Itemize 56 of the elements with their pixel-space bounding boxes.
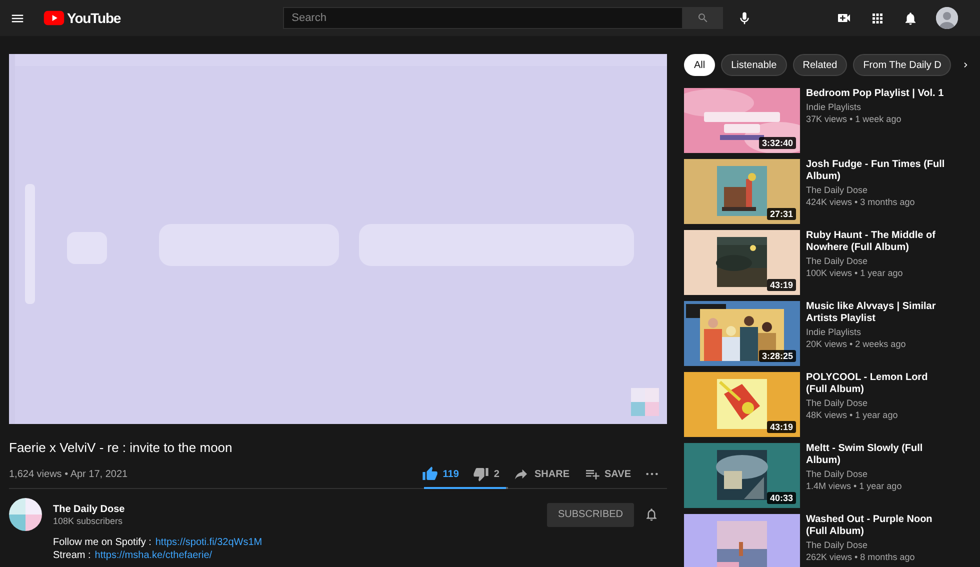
logo-text[interactable]: YouTube	[67, 10, 121, 26]
video-duration: 43:19	[766, 279, 796, 291]
video-duration: 27:31	[766, 208, 796, 220]
account-avatar[interactable]	[936, 7, 958, 29]
search-field[interactable]: Search	[282, 7, 683, 29]
filter-chip[interactable]: From The Daily D	[853, 54, 952, 76]
thumbs-up-icon	[422, 466, 438, 482]
description-link[interactable]: https://spoti.fi/32qWs1M	[155, 536, 262, 549]
filter-chip[interactable]: All	[684, 54, 716, 76]
view-count-date: 48K views • 1 year ago	[806, 409, 899, 421]
apps-grid-icon[interactable]	[870, 10, 885, 26]
subscribe-button[interactable]: SUBSCRIBED	[546, 502, 634, 526]
video-title[interactable]: Washed Out - Purple Noon (Full Album)	[806, 514, 946, 538]
thumbs-down-icon	[472, 466, 489, 482]
subscriber-count: 108K subscribers	[53, 516, 124, 526]
view-count-date: 1,624 views • Apr 17, 2021	[9, 468, 129, 480]
view-count-date: 424K views • 3 months ago	[806, 196, 916, 208]
search-icon	[696, 12, 709, 24]
video-title[interactable]: Bedroom Pop Playlist | Vol. 1	[806, 88, 946, 100]
video-title[interactable]: POLYCOOL - Lemon Lord (Full Album)	[806, 372, 946, 396]
filter-chip[interactable]: Listenable	[721, 54, 787, 76]
channel-name: Indie Playlists	[806, 326, 862, 338]
view-count-date: 262K views • 8 months ago	[806, 551, 916, 563]
video-title[interactable]: Meltt - Swim Slowly (Full Album)	[806, 443, 946, 467]
view-count-date: 37K views • 1 week ago	[806, 113, 902, 125]
channel-name: The Daily Dose	[806, 184, 869, 196]
video-title: Faerie x VelviV - re : invite to the moon	[9, 440, 234, 456]
channel-name[interactable]: The Daily Dose	[53, 504, 547, 514]
save-button[interactable]: SAVE	[584, 466, 631, 482]
bell-icon[interactable]	[644, 507, 659, 522]
description-link[interactable]: https://msha.ke/cthefaerie/	[94, 549, 212, 562]
video-duration: 3:32:40	[758, 137, 796, 149]
view-count-date: 100K views • 1 year ago	[806, 267, 904, 279]
filter-chip[interactable]: Related	[792, 54, 848, 76]
view-count-date: 20K views • 2 weeks ago	[806, 338, 907, 350]
video-title[interactable]: Josh Fudge - Fun Times (Full Album)	[806, 159, 946, 183]
video-title[interactable]: Ruby Haunt - The Middle of Nowhere (Full Album)	[806, 230, 946, 254]
channel-name: The Daily Dose	[806, 539, 869, 551]
channel-name: The Daily Dose	[806, 468, 869, 480]
channel-name: Indie Playlists	[806, 101, 862, 113]
share-button[interactable]: SHARE	[513, 466, 570, 482]
channel-name: The Daily Dose	[806, 397, 869, 409]
play-logo-icon[interactable]	[43, 10, 65, 26]
bell-icon[interactable]	[903, 10, 918, 26]
video-duration: 43:19	[766, 421, 796, 433]
search-button[interactable]	[682, 7, 723, 29]
like-button[interactable]: 119	[422, 466, 459, 482]
view-count-date: 1.4M views • 1 year ago	[806, 480, 903, 492]
channel-name: The Daily Dose	[806, 255, 869, 267]
dislike-button[interactable]: 2	[472, 466, 500, 482]
description-text: Follow me on Spotify :	[53, 536, 152, 549]
description-text: Stream :	[53, 549, 91, 562]
channel-avatar[interactable]	[9, 498, 42, 531]
video-title[interactable]: Music like Alvvays | Similar Artists Playlist	[806, 301, 946, 325]
video-duration: 3:28:25	[758, 350, 796, 362]
video-duration: 40:33	[766, 492, 796, 504]
